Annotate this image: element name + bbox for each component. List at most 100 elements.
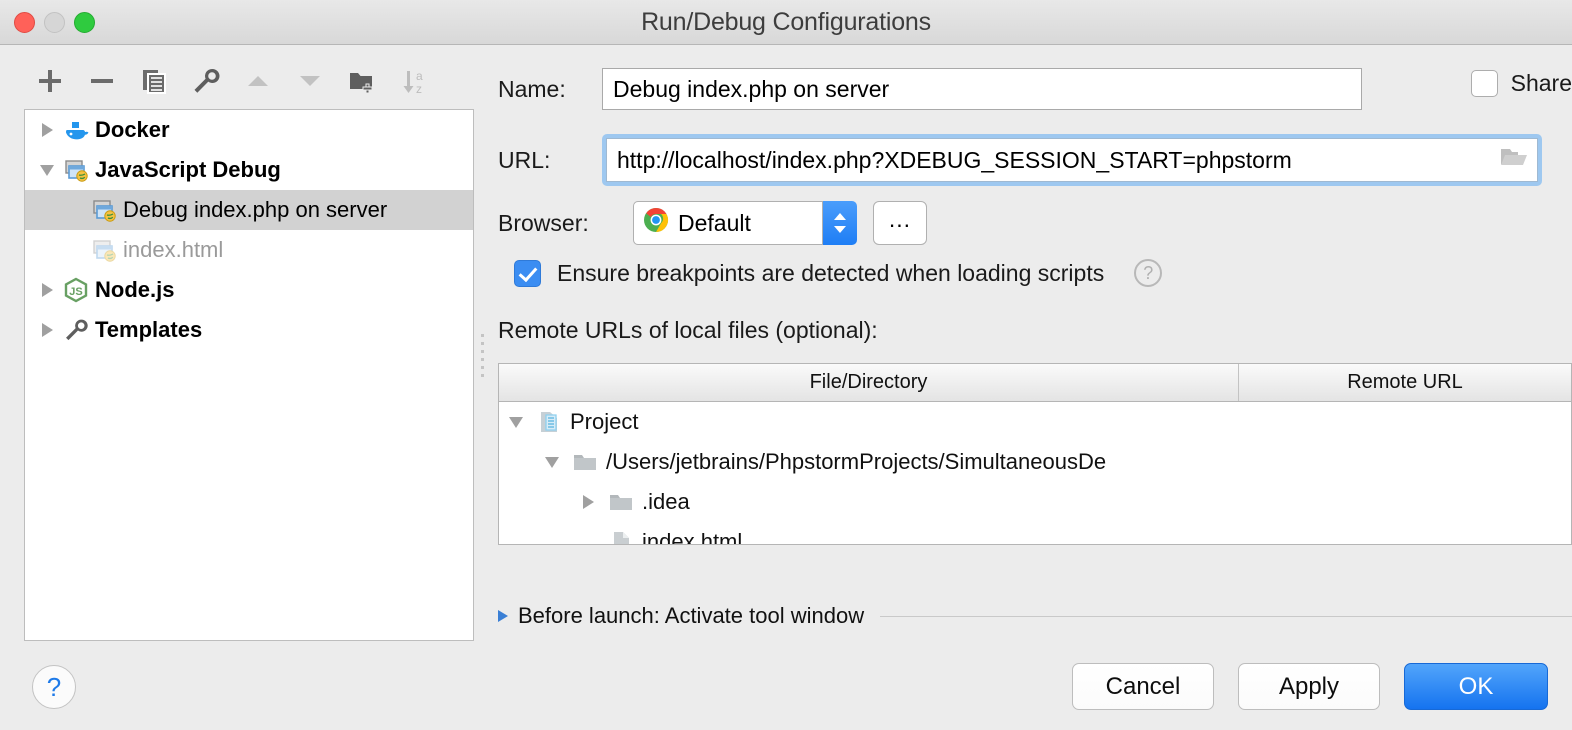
sort-az-icon: a z: [399, 66, 429, 96]
wrench-icon: [191, 66, 221, 96]
collapse-toggle[interactable]: [33, 165, 61, 176]
ok-button[interactable]: OK: [1404, 663, 1548, 710]
folder-open-icon[interactable]: [1499, 145, 1529, 175]
tree-item-index-html[interactable]: index.html: [25, 230, 473, 270]
chevron-up-icon: [834, 213, 846, 220]
browser-select-value: Default: [678, 210, 751, 237]
add-configuration-button[interactable]: [24, 61, 76, 101]
table-row-label: /Users/jetbrains/PhpstormProjects/Simult…: [606, 449, 1106, 475]
chevron-right-icon[interactable]: [498, 610, 508, 622]
share-label: Share: [1511, 70, 1572, 97]
url-input[interactable]: http://localhost/index.php?XDEBUG_SESSIO…: [602, 134, 1542, 186]
tree-item-label: index.html: [123, 237, 223, 263]
svg-text:JS: JS: [69, 286, 82, 298]
new-folder-button[interactable]: [336, 61, 388, 101]
tree-item-docker[interactable]: Docker: [25, 110, 473, 150]
tree-item-label: Docker: [95, 117, 170, 143]
configurations-toolbar: a z: [24, 58, 476, 104]
expand-toggle[interactable]: [33, 323, 61, 337]
plus-icon: [35, 66, 65, 96]
table-row-label: index.html: [642, 529, 742, 545]
html-file-icon: [605, 529, 637, 545]
cancel-button[interactable]: Cancel: [1072, 663, 1214, 710]
question-icon[interactable]: ?: [1134, 259, 1162, 287]
folder-icon: [605, 489, 637, 515]
configurations-tree[interactable]: Docker JavaScript Debug: [24, 109, 474, 641]
run-debug-configurations-dialog: Run/Debug Configurations: [0, 0, 1572, 730]
remove-configuration-button[interactable]: [76, 61, 128, 101]
move-down-button[interactable]: [284, 61, 336, 101]
name-label: Name:: [498, 76, 602, 103]
sort-configurations-button[interactable]: a z: [388, 61, 440, 101]
move-up-button[interactable]: [232, 61, 284, 101]
apply-button-label: Apply: [1279, 673, 1339, 701]
tree-item-label: JavaScript Debug: [95, 157, 281, 183]
project-icon: [533, 409, 565, 435]
folder-icon: [569, 449, 601, 475]
cancel-button-label: Cancel: [1106, 673, 1181, 701]
svg-text:z: z: [416, 82, 422, 96]
js-debug-icon-dim: [89, 237, 119, 263]
edit-templates-button[interactable]: [180, 61, 232, 101]
table-row[interactable]: Project: [499, 402, 1571, 442]
expand-toggle[interactable]: [33, 123, 61, 137]
ensure-breakpoints-checkbox[interactable]: [514, 260, 541, 287]
table-row-label: .idea: [642, 489, 690, 515]
before-launch-label: Before launch: Activate tool window: [518, 603, 864, 629]
arrow-up-icon: [243, 66, 273, 96]
browser-row: Browser: Default ...: [498, 200, 1572, 246]
panel-splitter[interactable]: [478, 334, 486, 382]
help-button[interactable]: ?: [32, 665, 76, 709]
browser-stepper[interactable]: [823, 201, 857, 245]
column-header-remote-url[interactable]: Remote URL: [1239, 364, 1571, 401]
copy-configuration-button[interactable]: [128, 61, 180, 101]
tree-item-templates[interactable]: Templates: [25, 310, 473, 350]
before-launch-section[interactable]: Before launch: Activate tool window: [498, 603, 1572, 629]
column-header-file-directory[interactable]: File/Directory: [499, 364, 1239, 401]
table-row[interactable]: .idea: [499, 482, 1571, 522]
tree-item-javascript-debug[interactable]: JavaScript Debug: [25, 150, 473, 190]
apply-button[interactable]: Apply: [1238, 663, 1380, 710]
table-row[interactable]: /Users/jetbrains/PhpstormProjects/Simult…: [499, 442, 1571, 482]
chrome-icon: [643, 207, 669, 239]
expand-toggle[interactable]: [571, 495, 605, 509]
tree-item-debug-index-php-on-server[interactable]: Debug index.php on server: [25, 190, 473, 230]
minus-icon: [87, 66, 117, 96]
svg-text:a: a: [416, 69, 423, 83]
dialog-buttons: Cancel Apply OK: [1072, 663, 1548, 710]
chevron-down-icon: [834, 226, 846, 233]
browser-settings-label: ...: [889, 206, 911, 233]
browser-label: Browser:: [498, 210, 633, 237]
url-label: URL:: [498, 147, 602, 174]
collapse-toggle[interactable]: [499, 417, 533, 428]
wrench-icon: [61, 317, 91, 343]
folder-add-icon: [347, 66, 377, 96]
tree-item-label: Node.js: [95, 277, 174, 303]
browser-select[interactable]: Default: [633, 201, 823, 245]
title-bar: Run/Debug Configurations: [0, 0, 1572, 45]
expand-toggle[interactable]: [33, 283, 61, 297]
ok-button-label: OK: [1459, 673, 1494, 701]
tree-item-label: Debug index.php on server: [123, 197, 387, 223]
name-input-value: Debug index.php on server: [613, 76, 889, 103]
name-input[interactable]: Debug index.php on server: [602, 68, 1362, 110]
copy-icon: [139, 66, 169, 96]
remote-urls-table[interactable]: File/Directory Remote URL: [498, 363, 1572, 545]
ensure-breakpoints-label: Ensure breakpoints are detected when loa…: [557, 260, 1104, 287]
url-input-value: http://localhost/index.php?XDEBUG_SESSIO…: [617, 147, 1292, 174]
arrow-down-icon: [295, 66, 325, 96]
table-header: File/Directory Remote URL: [499, 364, 1571, 402]
window-title: Run/Debug Configurations: [0, 8, 1572, 37]
tree-item-nodejs[interactable]: JS Node.js: [25, 270, 473, 310]
nodejs-icon: JS: [61, 277, 91, 303]
ensure-breakpoints-row: Ensure breakpoints are detected when loa…: [514, 259, 1162, 287]
remote-urls-label: Remote URLs of local files (optional):: [498, 317, 878, 344]
share-checkbox[interactable]: [1471, 70, 1498, 97]
collapse-toggle[interactable]: [535, 457, 569, 468]
table-row[interactable]: index.html: [499, 522, 1571, 545]
share-checkbox-group[interactable]: Share: [1471, 70, 1572, 97]
url-row: URL: http://localhost/index.php?XDEBUG_S…: [498, 132, 1572, 188]
docker-icon: [61, 117, 91, 143]
name-row: Name: Debug index.php on server: [498, 67, 1572, 111]
browser-settings-button[interactable]: ...: [873, 201, 927, 245]
